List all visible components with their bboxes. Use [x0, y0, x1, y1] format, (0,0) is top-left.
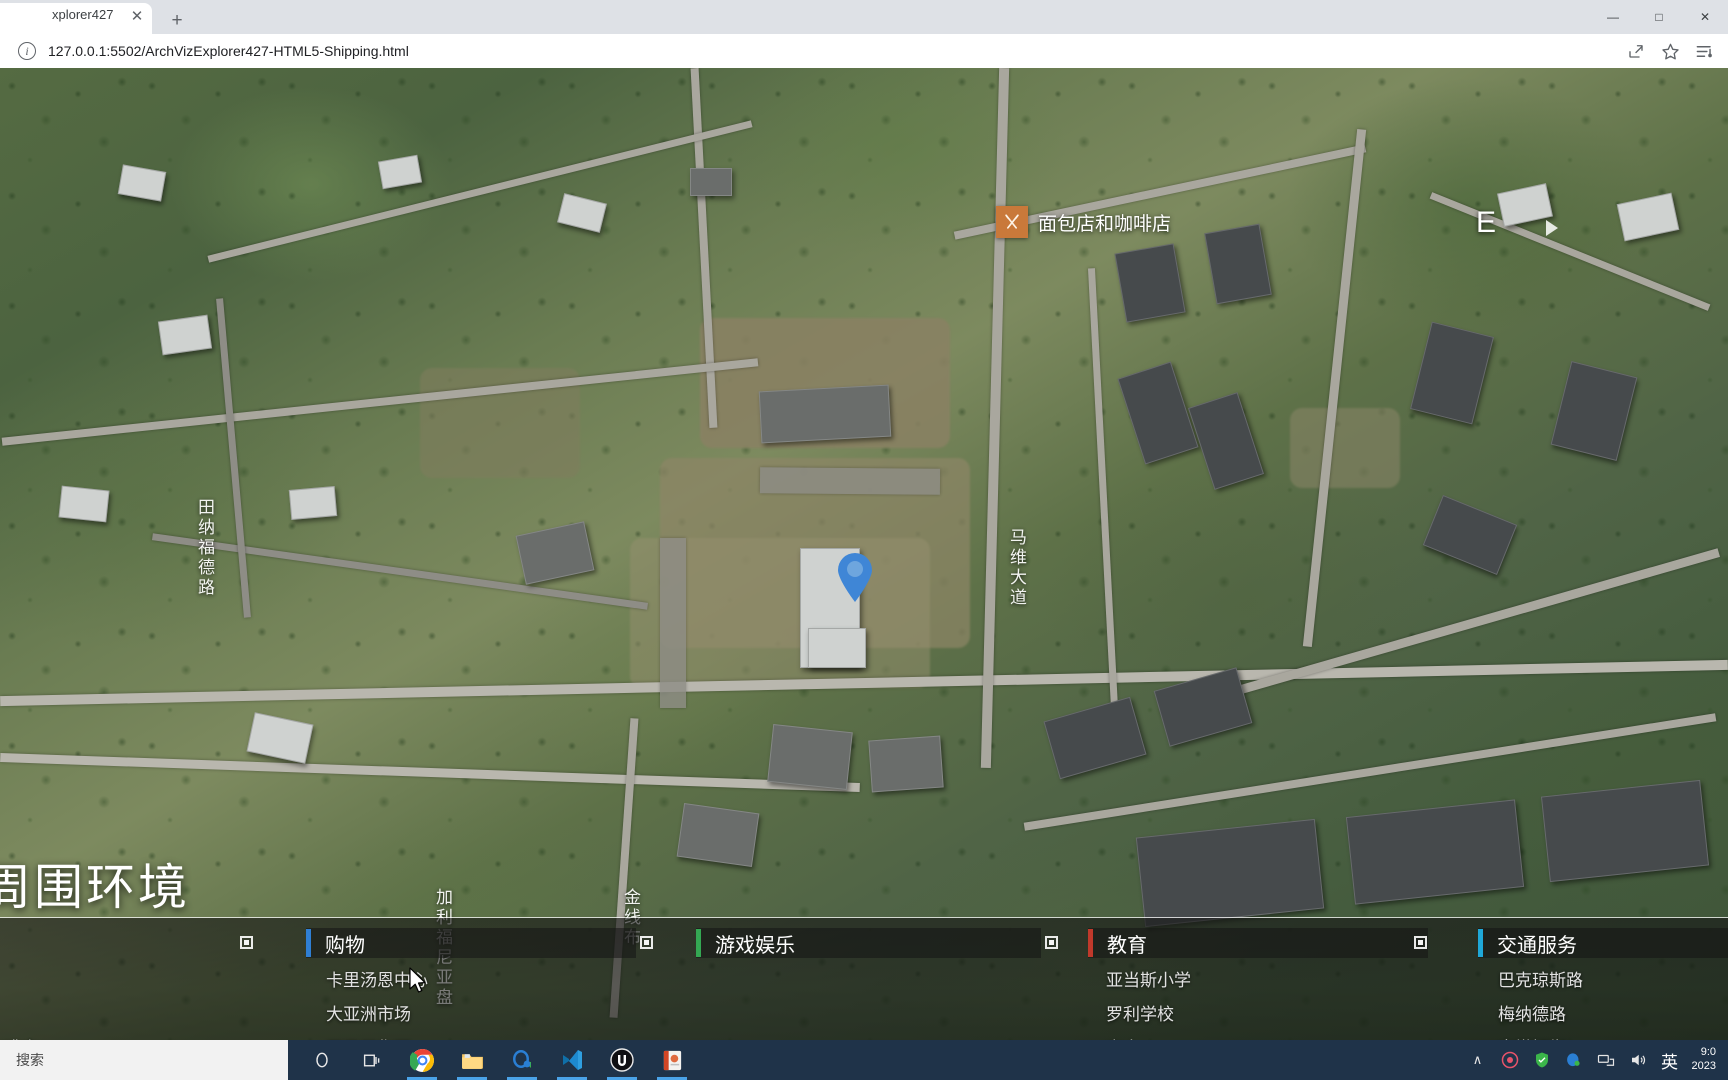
category-column-transportation: 交通服务 巴克琼斯路 梅纳德路 查塔姆街 [1474, 918, 1728, 1040]
category-column-shopping: 购物 卡里汤恩中心 大亚洲市场 百思买集团 全球市场 [302, 918, 692, 1040]
volume-icon[interactable] [1628, 1050, 1648, 1070]
list-item[interactable]: 卡里汤恩中心 [326, 966, 428, 991]
category-item-list: 巴克琼斯路 梅纳德路 查塔姆街 [1498, 966, 1583, 1040]
browser-toolbar: i 127.0.0.1:5502/ArchVizExplorer427-HTML… [0, 34, 1728, 68]
road-segment [759, 467, 941, 495]
map-viewport[interactable]: 田纳福德路 马维大道 加利福尼亚盘 金线布 E 面包店和咖啡店 周围环境 烤 [0, 68, 1728, 1040]
category-toggle-entertainment[interactable] [1045, 936, 1058, 949]
windows-taskbar: 搜索 ∧ 英 9:0 2023 [0, 1040, 1728, 1080]
category-item-list: 亚当斯小学 罗利学校 高中 [1106, 966, 1191, 1040]
category-panel: 烤 凰 和咖啡店 烧烤 购物 卡里汤恩中心 大亚洲市场 百思买集团 全球市场 [0, 918, 1728, 1040]
window-maximize-button[interactable]: □ [1636, 0, 1682, 34]
field-plot [1290, 408, 1400, 488]
scene-title: 周围环境 [0, 861, 191, 915]
building [767, 723, 853, 791]
category-header-shopping[interactable]: 购物 [306, 928, 636, 958]
building [1135, 818, 1325, 928]
category-item-list: 烤 凰 和咖啡店 烧烤 [0, 966, 38, 1040]
category-title: 购物 [325, 934, 365, 957]
category-toggle-dining[interactable] [240, 936, 253, 949]
restaurant-icon [996, 206, 1028, 238]
clock-date: 2023 [1691, 1060, 1716, 1072]
address-bar[interactable]: i 127.0.0.1:5502/ArchVizExplorer427-HTML… [8, 37, 1598, 65]
building-main [808, 628, 866, 668]
category-header-entertainment[interactable]: 游戏娱乐 [696, 928, 1041, 958]
url-text: 127.0.0.1:5502/ArchVizExplorer427-HTML5-… [48, 43, 409, 59]
category-accent-bar [306, 929, 311, 957]
map-street-label: 马维大道 [1007, 528, 1026, 608]
category-toggle-shopping[interactable] [640, 936, 653, 949]
taskbar-clock[interactable]: 9:0 2023 [1692, 1046, 1716, 1074]
compass-arrow-icon [1546, 220, 1558, 236]
bookmark-star-icon[interactable] [1656, 37, 1684, 65]
clock-time: 9:0 [1700, 1046, 1716, 1059]
poi-label: 面包店和咖啡店 [1038, 213, 1172, 235]
list-item[interactable]: 大亚洲市场 [326, 1000, 428, 1025]
chrome-icon[interactable] [400, 1040, 444, 1080]
reading-list-icon[interactable] [1690, 37, 1718, 65]
share-icon[interactable] [1622, 37, 1650, 65]
category-title: 游戏娱乐 [715, 934, 795, 957]
category-column-dining: 烤 凰 和咖啡店 烧烤 [0, 918, 302, 1040]
ime-icon[interactable]: 英 [1660, 1050, 1680, 1072]
window-minimize-button[interactable]: — [1590, 0, 1636, 34]
cortana-icon[interactable] [300, 1040, 344, 1080]
list-item[interactable]: 巴克琼斯路 [1498, 966, 1583, 991]
list-item[interactable]: 罗利学校 [1106, 1000, 1191, 1025]
building [690, 168, 732, 196]
category-accent-bar [1088, 929, 1093, 957]
building [758, 384, 892, 444]
file-explorer-icon[interactable] [450, 1040, 494, 1080]
compass-east-label: E [1476, 206, 1497, 239]
qq-icon[interactable] [500, 1040, 544, 1080]
category-accent-bar [696, 929, 701, 957]
site-info-icon[interactable]: i [18, 42, 36, 60]
site-location-pin[interactable] [836, 551, 874, 603]
window-close-button[interactable]: ✕ [1682, 0, 1728, 34]
building [288, 486, 338, 520]
category-column-education: 教育 亚当斯小学 罗利学校 高中 [1084, 918, 1474, 1040]
toolbar-actions [1622, 37, 1718, 65]
category-title: 交通服务 [1497, 934, 1577, 957]
category-accent-bar [1478, 929, 1483, 957]
category-toggle-education[interactable] [1414, 936, 1427, 949]
list-item[interactable]: 凰 [0, 1000, 38, 1025]
tab-strip: xplorer427 ✕ + — □ ✕ [0, 0, 1728, 34]
window-controls: — □ ✕ [1568, 0, 1728, 34]
building [157, 314, 213, 356]
category-item-list: 卡里汤恩中心 大亚洲市场 百思买集团 全球市场 [326, 966, 428, 1040]
network-icon[interactable] [1596, 1050, 1616, 1070]
map-street-label: 田纳福德路 [195, 498, 214, 598]
category-header-transportation[interactable]: 交通服务 [1478, 928, 1728, 958]
building [1345, 799, 1525, 905]
powerpoint-icon[interactable] [650, 1040, 694, 1080]
security-shield-icon[interactable] [1532, 1050, 1552, 1070]
tab-close-button[interactable]: ✕ [128, 7, 146, 25]
category-header-education[interactable]: 教育 [1088, 928, 1428, 958]
list-item[interactable]: 亚当斯小学 [1106, 966, 1191, 991]
show-hidden-icons-button[interactable]: ∧ [1468, 1050, 1488, 1070]
taskbar-search-input[interactable]: 搜索 [0, 1040, 288, 1080]
building [1540, 779, 1710, 883]
building [676, 802, 760, 868]
taskbar-apps [300, 1040, 694, 1080]
new-tab-button[interactable]: + [165, 8, 189, 32]
antivirus-icon[interactable] [1500, 1050, 1520, 1070]
vscode-icon[interactable] [550, 1040, 594, 1080]
building [1114, 243, 1186, 323]
browser-chrome: xplorer427 ✕ + — □ ✕ i 127.0.0.1:5502/Ar… [0, 0, 1728, 68]
list-item[interactable]: 梅纳德路 [1498, 1000, 1583, 1025]
category-column-entertainment: 游戏娱乐 [692, 918, 1084, 1040]
building [58, 485, 110, 523]
building [868, 735, 944, 793]
poi-marker-bakery[interactable]: 面包店和咖啡店 [996, 206, 1171, 238]
qq-tray-icon[interactable] [1564, 1050, 1584, 1070]
system-tray: ∧ 英 9:0 2023 [1468, 1040, 1724, 1080]
category-title: 教育 [1107, 934, 1147, 957]
list-item[interactable]: 烤 [0, 966, 38, 991]
unreal-engine-icon[interactable] [600, 1040, 644, 1080]
road-segment [660, 538, 686, 708]
task-view-icon[interactable] [350, 1040, 394, 1080]
